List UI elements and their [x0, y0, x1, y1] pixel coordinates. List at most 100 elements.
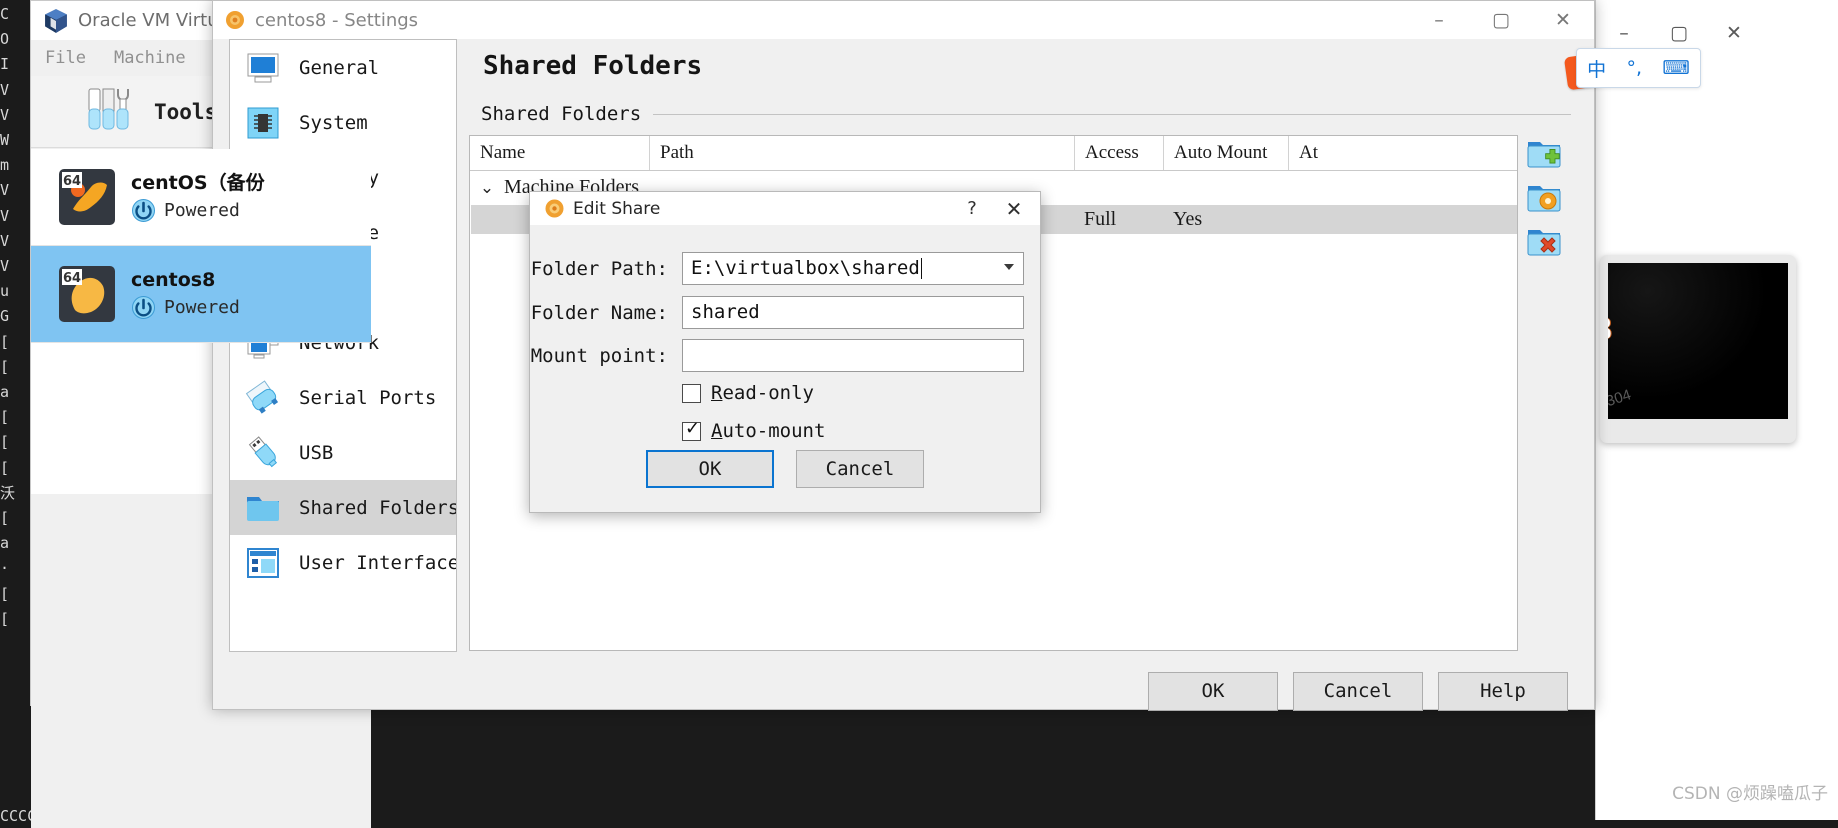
folder-path-row: Folder Path: E:\virtualbox\shared	[530, 252, 1024, 285]
auto-mount-checkbox[interactable]	[682, 418, 701, 441]
vm-preview-screen: os8 9304	[1608, 263, 1788, 419]
column-header-at[interactable]: At	[1289, 136, 1333, 170]
menu-machine[interactable]: Machine	[100, 48, 200, 68]
shared-folders-toolbar	[1526, 135, 1566, 651]
auto-mount-label: Auto-mount	[711, 420, 825, 442]
folder-name-value: shared	[691, 301, 760, 323]
edit-share-buttons: OK Cancel	[530, 450, 1040, 488]
serial-port-icon	[244, 379, 282, 417]
mount-point-label: Mount point:	[530, 344, 668, 367]
sidebar-item-label: System	[299, 111, 368, 134]
edit-share-title: Edit Share	[573, 198, 661, 219]
sidebar-item-usb[interactable]: USB	[230, 425, 456, 480]
column-header-auto-mount[interactable]: Auto Mount	[1164, 136, 1289, 170]
ime-chinese-mode-icon[interactable]: 中	[1587, 55, 1606, 82]
read-only-checkbox-row[interactable]: Read-only	[682, 382, 814, 404]
close-icon[interactable]: ✕	[994, 192, 1034, 225]
remove-shared-folder-button[interactable]	[1526, 223, 1562, 259]
sidebar-item-label: Shared Folders	[299, 496, 457, 519]
column-header-access[interactable]: Access	[1075, 136, 1164, 170]
settings-title-text: centos8 - Settings	[255, 9, 419, 31]
cell-access: Full	[1084, 208, 1117, 230]
centos-os-icon: 64	[59, 266, 115, 322]
dialog-ok-button[interactable]: OK	[646, 450, 774, 488]
column-header-name[interactable]: Name	[470, 136, 650, 170]
folder-path-value: E:\virtualbox\shared	[691, 257, 920, 279]
auto-mount-checkbox-row[interactable]: Auto-mount	[682, 418, 825, 442]
power-icon	[131, 198, 156, 223]
folder-name-label: Folder Name:	[530, 301, 668, 324]
help-icon[interactable]: ?	[952, 192, 992, 225]
maximize-icon[interactable]: ▢	[1656, 18, 1702, 48]
page-title: Shared Folders	[483, 51, 703, 81]
svg-text:64: 64	[63, 271, 81, 286]
vm-list-item-centos-backup[interactable]: 64 centOS（备份 Powered	[31, 149, 371, 246]
ok-button[interactable]: OK	[1148, 671, 1278, 711]
vm-state: Powered	[131, 295, 240, 320]
cancel-button[interactable]: Cancel	[1293, 671, 1423, 711]
vm-state-text: Powered	[164, 200, 240, 221]
minimize-icon[interactable]: –	[1601, 18, 1647, 48]
settings-window-controls: – ▢ ✕	[1408, 1, 1594, 39]
folder-name-input[interactable]: shared	[682, 296, 1024, 329]
folder-path-label: Folder Path:	[530, 257, 668, 280]
help-button[interactable]: Help	[1438, 671, 1568, 711]
chevron-down-icon[interactable]	[1004, 264, 1014, 270]
ime-keyboard-icon[interactable]: ⌨	[1662, 57, 1689, 79]
monitor-icon	[244, 49, 282, 87]
centos-os-icon: 64	[59, 169, 115, 225]
settings-sidebar: General System Display	[229, 39, 457, 652]
minimize-icon[interactable]: –	[1408, 1, 1470, 39]
sidebar-item-general[interactable]: General	[230, 40, 456, 95]
edit-shared-folder-button[interactable]	[1526, 179, 1562, 215]
sidebar-item-label: USB	[299, 441, 334, 464]
tools-label: Tools	[154, 99, 218, 124]
edit-share-dialog: Edit Share ? ✕ Folder Path: E:\virtualbo…	[529, 191, 1041, 513]
ime-toolbar: 中 °, ⌨	[1576, 48, 1701, 88]
menu-file[interactable]: File	[31, 48, 100, 68]
sidebar-item-user-interface[interactable]: User Interface	[230, 535, 456, 590]
chip-icon	[244, 104, 282, 142]
vm-preview-card[interactable]: os8 9304	[1600, 255, 1796, 443]
vm-state-text: Powered	[164, 297, 240, 318]
mount-point-input[interactable]	[682, 339, 1024, 372]
sidebar-item-system[interactable]: System	[230, 95, 456, 150]
add-shared-folder-button[interactable]	[1526, 135, 1562, 171]
csdn-watermark: CSDN @烦躁嗑瓜子	[1672, 784, 1828, 804]
read-only-checkbox[interactable]	[682, 383, 701, 403]
shared-folders-group-header: Shared Folders	[481, 102, 1571, 126]
folder-name-row: Folder Name: shared	[530, 296, 1024, 329]
settings-titlebar: centos8 - Settings – ▢ ✕	[213, 1, 1594, 39]
group-title: Shared Folders	[481, 103, 642, 125]
text-caret	[920, 258, 922, 279]
auto-mount-rest: uto-mount	[722, 420, 826, 442]
usb-icon	[244, 434, 282, 472]
svg-text:64: 64	[63, 174, 81, 189]
chevron-down-icon[interactable]: ⌄	[470, 178, 504, 198]
column-header-path[interactable]: Path	[650, 136, 1075, 170]
folder-icon	[244, 489, 282, 527]
read-only-accel: R	[711, 382, 723, 404]
sidebar-item-label: User Interface	[299, 551, 457, 574]
group-rule	[653, 113, 1571, 115]
settings-footer: OK Cancel Help	[213, 661, 1594, 721]
read-only-rest: ead-only	[722, 382, 814, 404]
tools-icon	[86, 85, 132, 138]
vm-state: Powered	[131, 198, 265, 223]
table-header-row: Name Path Access Auto Mount At	[470, 136, 1517, 171]
vm-preview-name: os8	[1608, 311, 1612, 348]
ime-punctuation-icon[interactable]: °,	[1627, 57, 1643, 79]
ui-window-icon	[244, 544, 282, 582]
sidebar-item-serial-ports[interactable]: Serial Ports	[230, 370, 456, 425]
sidebar-item-shared-folders[interactable]: Shared Folders	[230, 480, 456, 535]
maximize-icon[interactable]: ▢	[1470, 1, 1532, 39]
folder-path-combo[interactable]: E:\virtualbox\shared	[682, 252, 1024, 285]
sidebar-item-label: General	[299, 56, 380, 79]
close-icon[interactable]: ✕	[1711, 18, 1757, 48]
vm-preview-number: 9304	[1608, 386, 1634, 413]
vm-list-item-centos8[interactable]: 64 centos8 Powered	[31, 246, 371, 343]
read-only-label: Read-only	[711, 382, 814, 404]
sidebar-item-label: Serial Ports	[299, 386, 437, 409]
close-icon[interactable]: ✕	[1532, 1, 1594, 39]
dialog-cancel-button[interactable]: Cancel	[796, 450, 924, 488]
